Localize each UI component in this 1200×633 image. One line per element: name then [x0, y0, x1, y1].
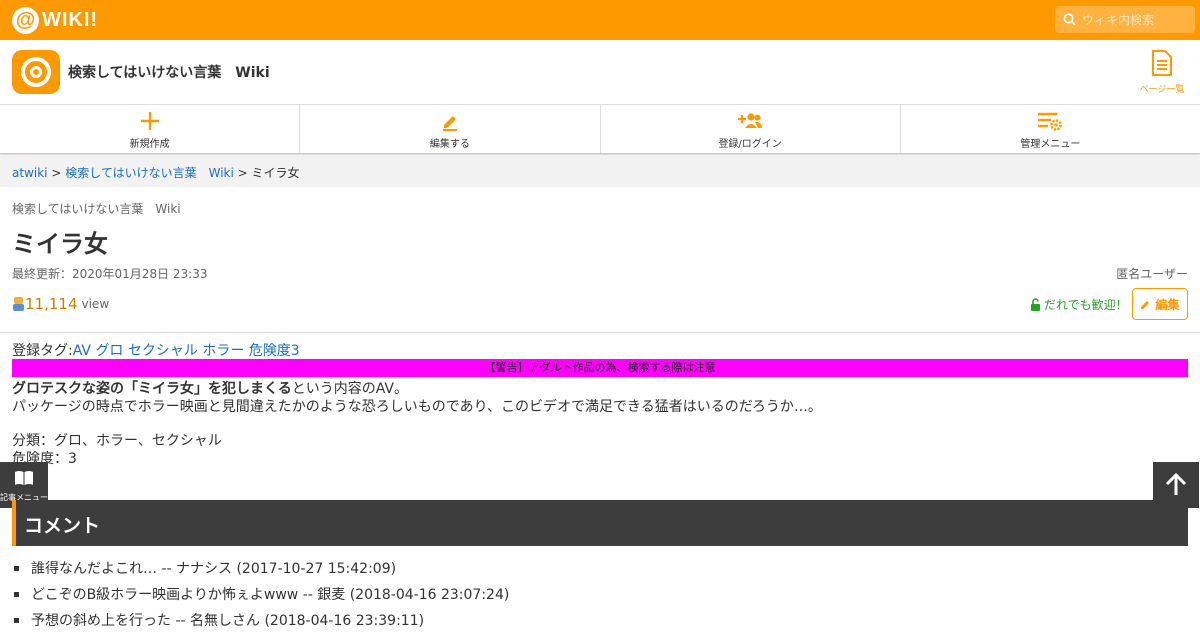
tag-link[interactable]: セクシャル: [128, 343, 198, 359]
comment-item: 予想の斜め上を行った -- 名無しさん (2018-04-16 23:39:11…: [12, 607, 509, 633]
view-counter: 11,114 view: [12, 295, 109, 313]
tag-link[interactable]: 危険度3: [249, 343, 300, 359]
breadcrumb: atwiki > 検索してはいけない言葉 Wiki > ミイラ女: [0, 155, 1200, 187]
plus-icon: [140, 112, 159, 130]
author-name: 匿名ユーザー: [1116, 267, 1188, 281]
view-count-icon: [13, 297, 24, 311]
pencil-icon: [442, 116, 457, 131]
edit-button-label: 編集: [1155, 297, 1180, 312]
tag-link[interactable]: グロ: [95, 343, 123, 359]
tag-link[interactable]: AV: [73, 343, 91, 359]
search-icon: [1063, 13, 1076, 26]
breadcrumb-separator: >: [47, 166, 66, 180]
site-logo-icon[interactable]: [12, 50, 60, 94]
intro-rest: という内容のAV。: [291, 381, 408, 397]
pencil-icon: [1141, 300, 1150, 309]
logo-text: WIKI!: [42, 8, 99, 31]
settings-list-icon: [1038, 112, 1063, 131]
view-unit: view: [81, 297, 110, 311]
edit-page-label: 編集する: [429, 139, 470, 150]
add-user-icon: [738, 113, 763, 128]
new-page-button[interactable]: 新規作成: [0, 105, 301, 153]
unlock-icon: [1031, 298, 1040, 311]
register-login-button[interactable]: 登録/ログイン: [601, 105, 901, 153]
last-updated: 最終更新：2020年01月28日 23:33: [12, 267, 208, 281]
comment-item: どこぞのB級ホラー映画よりか怖ぇよwww -- 銀麦 (2018-04-16 2…: [12, 581, 509, 607]
book-icon: [15, 471, 33, 485]
edit-page-button[interactable]: 編集する: [300, 105, 601, 153]
page-title: ミイラ女: [12, 230, 108, 258]
comments-heading: コメント: [12, 500, 1188, 546]
tag-list: 登録タグ:AV グロ セクシャル ホラー 危険度3: [12, 340, 300, 360]
new-page-label: 新規作成: [129, 139, 170, 150]
view-count: 11,114: [25, 295, 78, 313]
admin-menu-label: 管理メニュー: [1020, 139, 1081, 150]
breadcrumb-wiki-link[interactable]: 検索してはいけない言葉 Wiki: [65, 166, 234, 180]
breadcrumb-current: ミイラ女: [251, 166, 300, 180]
atwiki-logo[interactable]: @ WIKI!: [12, 6, 99, 34]
search-input[interactable]: [1082, 12, 1187, 27]
warning-banner: 【警告】アダルト作品の為、検索する際は注意: [12, 359, 1188, 377]
register-login-label: 登録/ログイン: [718, 139, 782, 150]
edit-button[interactable]: 編集: [1132, 288, 1188, 320]
breadcrumb-separator: >: [233, 166, 252, 180]
tags-label: 登録タグ:: [12, 343, 73, 359]
description-text: パッケージの時点でホラー映画と見間違えたかのような恐ろしいものであり、このビデオ…: [12, 399, 822, 415]
admin-menu-button[interactable]: 管理メニュー: [901, 105, 1200, 153]
top-bar: @ WIKI!: [0, 0, 1200, 40]
page-list-button[interactable]: ページ一覧: [1130, 50, 1194, 95]
search-box[interactable]: [1055, 6, 1195, 33]
tag-link[interactable]: ホラー: [202, 343, 244, 359]
classification: 分類：グロ、ホラー、セクシャル: [12, 433, 222, 449]
open-edit-notice: だれでも歓迎！: [1030, 296, 1128, 313]
intro-bold: グロテスクな姿の「ミイラ女」を犯しまくる: [12, 381, 292, 397]
document-icon: [1152, 50, 1172, 76]
at-logo-icon: @: [12, 6, 39, 34]
action-toolbar: 新規作成 編集する 登録/ログイン 管理メニュー: [0, 105, 1200, 154]
wiki-name: 検索してはいけない言葉 Wiki: [12, 202, 181, 216]
comment-item: 誰得なんだよこれ… -- ナナシス (2017-10-27 15:42:09): [12, 555, 509, 581]
comment-list: 誰得なんだよこれ… -- ナナシス (2017-10-27 15:42:09) …: [12, 555, 509, 633]
site-title[interactable]: 検索してはいけない言葉 Wiki: [68, 62, 270, 82]
page-list-label: ページ一覧: [1139, 85, 1185, 95]
welcome-text: だれでも歓迎！: [1044, 298, 1128, 312]
divider: [0, 332, 1200, 333]
site-header: 検索してはいけない言葉 Wiki ページ一覧: [0, 40, 1200, 105]
article-body: グロテスクな姿の「ミイラ女」を犯しまくるという内容のAV。 パッケージの時点でホ…: [12, 380, 822, 416]
breadcrumb-root-link[interactable]: atwiki: [12, 166, 48, 180]
